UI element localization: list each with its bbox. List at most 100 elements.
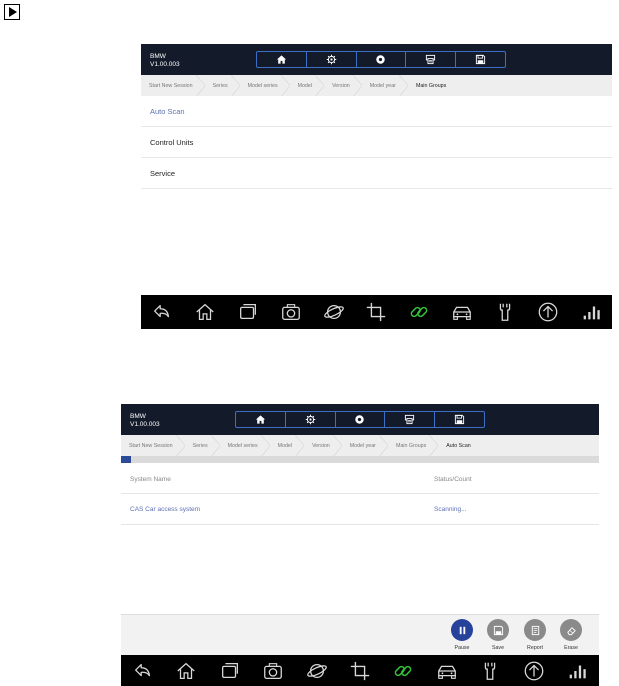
- signal-bars-icon: [569, 665, 586, 678]
- system-name-cell[interactable]: CAS Car access system: [130, 506, 200, 513]
- wrench-nav-button[interactable]: [494, 301, 516, 323]
- toolbar: [235, 411, 485, 428]
- back-nav-button[interactable]: [151, 301, 173, 323]
- top-bar: BMW V1.00.003: [141, 44, 612, 75]
- signal-bars-nav-button[interactable]: [566, 660, 588, 682]
- top-bar: BMW V1.00.003: [121, 404, 599, 435]
- save-tool-button[interactable]: [435, 412, 484, 427]
- recent-apps-icon: [240, 304, 257, 320]
- home-outline-nav-button[interactable]: [194, 301, 216, 323]
- settings-tool-button[interactable]: [286, 412, 336, 427]
- menu-item-auto-scan[interactable]: Auto Scan: [141, 96, 612, 127]
- breadcrumb-item[interactable]: Series: [205, 75, 240, 96]
- status-cell: Scanning...: [434, 506, 467, 513]
- brand: BMW V1.00.003: [130, 413, 160, 429]
- home-outline-icon: [196, 303, 214, 320]
- breadcrumb-item[interactable]: Start New Session: [121, 435, 185, 456]
- breadcrumb-item[interactable]: Start New Session: [141, 75, 205, 96]
- browser-nav-button[interactable]: [323, 301, 345, 323]
- breadcrumb: Start New Session Series Model series Mo…: [121, 435, 599, 456]
- print-tool-button[interactable]: [406, 52, 457, 67]
- wrench-icon: [485, 662, 496, 680]
- breadcrumb-item[interactable]: Series: [185, 435, 220, 456]
- car-nav-button[interactable]: [451, 301, 473, 323]
- report-label: Report: [527, 645, 543, 651]
- back-nav-button[interactable]: [132, 660, 154, 682]
- pause-button[interactable]: Pause: [444, 619, 480, 651]
- play-icon: [4, 4, 20, 20]
- crop-icon: [350, 661, 370, 680]
- link-nav-button[interactable]: [392, 660, 414, 682]
- breadcrumb-item[interactable]: Model: [290, 75, 325, 96]
- browser-nav-button[interactable]: [306, 660, 328, 682]
- divider: [121, 493, 599, 494]
- scan-progress-fill: [121, 456, 131, 463]
- signal-bars-icon: [583, 306, 600, 320]
- settings-icon: [305, 414, 315, 425]
- breadcrumb-item[interactable]: Version: [304, 435, 342, 456]
- record-tool-button[interactable]: [336, 412, 386, 427]
- pause-icon: [459, 626, 465, 634]
- breadcrumb-current: Main Groups: [415, 82, 447, 89]
- breadcrumb-item[interactable]: Model year: [362, 75, 409, 96]
- crop-nav-button[interactable]: [349, 660, 371, 682]
- save-tool-button[interactable]: [456, 52, 505, 67]
- save-icon: [475, 54, 486, 65]
- brand-name: BMW: [130, 413, 146, 420]
- action-bar: Pause Save Report Erase: [121, 614, 599, 656]
- link-nav-button[interactable]: [408, 301, 430, 323]
- breadcrumb-item[interactable]: Model series: [240, 75, 290, 96]
- breadcrumb-item[interactable]: Model year: [342, 435, 389, 456]
- menu-item-control-units[interactable]: Control Units: [141, 127, 612, 158]
- menu-item-service[interactable]: Service: [141, 158, 612, 189]
- brand: BMW V1.00.003: [150, 53, 180, 69]
- column-header-system-name: System Name: [130, 476, 171, 483]
- report-button[interactable]: Report: [517, 619, 553, 651]
- divider: [121, 524, 599, 525]
- save-label: Save: [491, 645, 505, 651]
- save-icon: [493, 625, 503, 635]
- breadcrumb-item[interactable]: Model: [270, 435, 305, 456]
- breadcrumb-current: Auto Scan: [446, 442, 471, 449]
- crop-icon: [367, 302, 386, 322]
- car-nav-button[interactable]: [436, 660, 458, 682]
- record-tool-button[interactable]: [357, 52, 407, 67]
- record-icon: [376, 55, 386, 64]
- car-icon: [437, 665, 456, 679]
- home-icon: [255, 415, 265, 424]
- screen-auto-scan: BMW V1.00.003 Start New Session Series M…: [121, 404, 599, 686]
- crop-nav-button[interactable]: [365, 301, 387, 323]
- home-outline-nav-button[interactable]: [175, 660, 197, 682]
- signal-bars-nav-button[interactable]: [580, 301, 602, 323]
- upload-icon: [524, 661, 544, 680]
- recent-apps-icon: [221, 662, 238, 678]
- breadcrumb-item[interactable]: Main Groups: [388, 435, 439, 456]
- camera-nav-button[interactable]: [262, 660, 284, 682]
- pause-label: Pause: [454, 645, 470, 651]
- back-icon: [134, 663, 150, 676]
- recent-apps-nav-button[interactable]: [237, 301, 259, 323]
- breadcrumb-item[interactable]: Model series: [220, 435, 270, 456]
- upload-nav-button[interactable]: [523, 660, 545, 682]
- home-tool-button[interactable]: [257, 52, 307, 67]
- print-tool-button[interactable]: [385, 412, 436, 427]
- wrench-icon: [499, 303, 511, 321]
- breadcrumb: Start New Session Series Model series Mo…: [141, 75, 612, 96]
- save-button[interactable]: Save: [480, 619, 516, 651]
- upload-nav-button[interactable]: [537, 301, 559, 323]
- home-tool-button[interactable]: [236, 412, 286, 427]
- system-nav-bar: [141, 295, 612, 329]
- recent-apps-nav-button[interactable]: [219, 660, 241, 682]
- link-icon: [395, 665, 412, 676]
- settings-tool-button[interactable]: [307, 52, 357, 67]
- settings-icon: [326, 54, 336, 65]
- wrench-nav-button[interactable]: [479, 660, 501, 682]
- back-icon: [154, 304, 170, 318]
- camera-nav-button[interactable]: [280, 301, 302, 323]
- column-header-status-count: Status/Count: [434, 476, 472, 483]
- breadcrumb-item[interactable]: Version: [324, 75, 362, 96]
- erase-button[interactable]: Erase: [553, 619, 589, 651]
- print-icon: [426, 54, 436, 65]
- camera-icon: [281, 304, 300, 320]
- eraser-icon: [566, 626, 576, 635]
